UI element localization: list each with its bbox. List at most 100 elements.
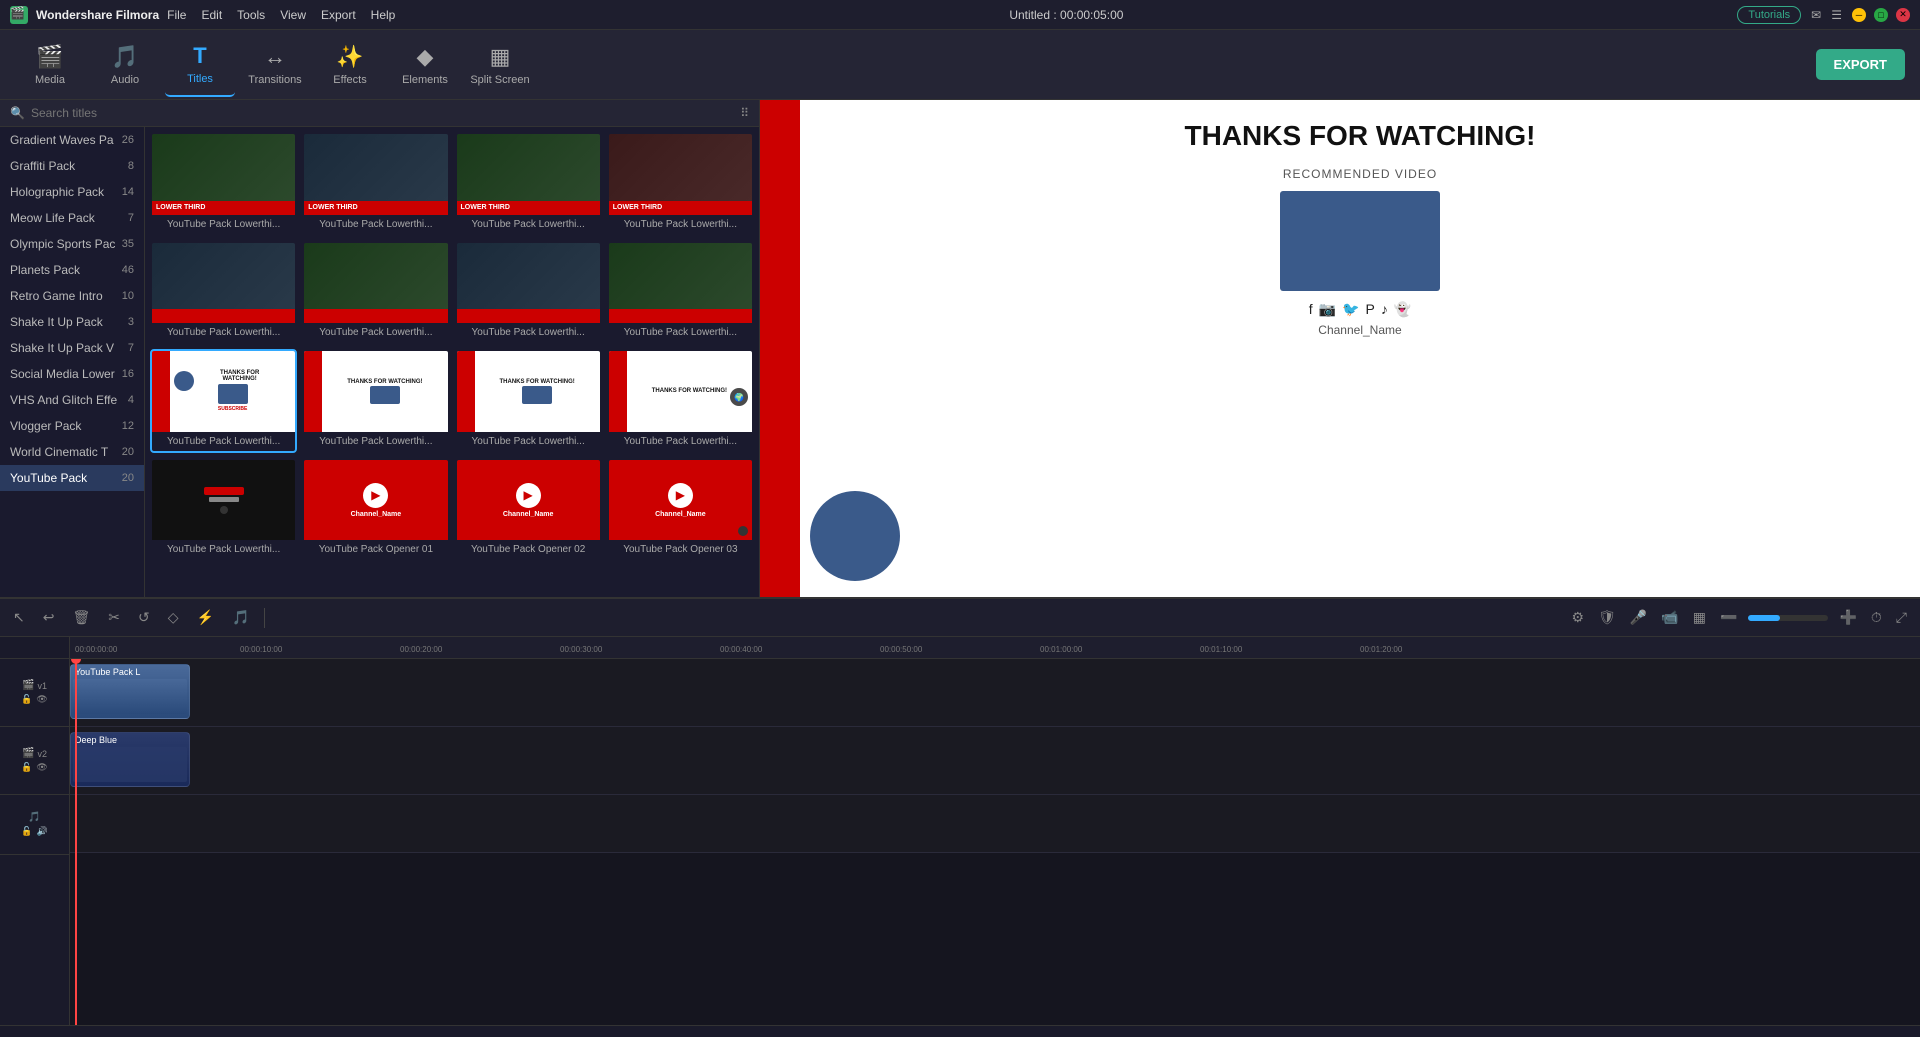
- video2-icon: 🎬: [22, 748, 34, 759]
- toolbar-transitions[interactable]: ↔ Transitions: [240, 32, 310, 97]
- minimize-button[interactable]: ─: [1852, 8, 1866, 22]
- track2-lock-icon[interactable]: 🔓: [21, 762, 32, 773]
- tl-minus-button[interactable]: ➖: [1717, 606, 1740, 629]
- timeline-area: ↖ ↩ 🗑 ✂ ↺ ◇ ⚡ 🎵 ⚙ 🛡 🎤 📹 ▦ ➖ ➕ ⏱ ⤢: [0, 597, 1920, 1037]
- toolbar-split-screen[interactable]: ▦ Split Screen: [465, 32, 535, 97]
- toolbar-elements[interactable]: ◆ Elements: [390, 32, 460, 97]
- thumb-card-opener03[interactable]: ▶ Channel_Name YouTube Pack Opener 03: [607, 458, 754, 562]
- menu-export[interactable]: Export: [321, 8, 356, 22]
- track1-lock-icon[interactable]: 🔓: [21, 694, 32, 705]
- toolbar-titles[interactable]: T Titles: [165, 32, 235, 97]
- zoom-slider[interactable]: [1748, 615, 1828, 621]
- toolbar-effects[interactable]: ✨ Effects: [315, 32, 385, 97]
- sidebar-item-world[interactable]: World Cinematic T 20: [0, 439, 144, 465]
- tl-cam-button[interactable]: 📹: [1658, 606, 1681, 629]
- menu-icon[interactable]: ☰: [1831, 8, 1842, 22]
- sidebar-item-vlogger[interactable]: Vlogger Pack 12: [0, 413, 144, 439]
- tl-separator: [264, 608, 265, 628]
- grid-view-icon[interactable]: ⠿: [740, 106, 749, 120]
- thumb-card-8[interactable]: THANKS FORWATCHING! SUBSCRIBE YouTube Pa…: [150, 349, 297, 453]
- tl-marker-button[interactable]: ◇: [165, 606, 182, 629]
- audio-mute-icon[interactable]: 🔊: [37, 826, 48, 837]
- tl-grid-button[interactable]: ▦: [1690, 606, 1709, 629]
- effects-icon: ✨: [336, 44, 363, 70]
- thumb-card-2[interactable]: LOWER THIRD YouTube Pack Lowerthi...: [455, 132, 602, 236]
- split-screen-icon: ▦: [490, 44, 511, 70]
- deep-blue-clip[interactable]: Deep Blue: [70, 732, 190, 787]
- thumb-card-6[interactable]: YouTube Pack Lowerthi...: [455, 241, 602, 345]
- video-track-2: Deep Blue: [70, 727, 1920, 795]
- thumb-card-3[interactable]: LOWER THIRD YouTube Pack Lowerthi...: [607, 132, 754, 236]
- thumb-card-10[interactable]: THANKS FOR WATCHING! YouTube Pack Lowert…: [455, 349, 602, 453]
- track1-eye-icon[interactable]: 👁: [36, 694, 47, 705]
- menu-view[interactable]: View: [280, 8, 306, 22]
- sidebar-item-graffiti[interactable]: Graffiti Pack 8: [0, 153, 144, 179]
- thumb-card-9[interactable]: THANKS FOR WATCHING! YouTube Pack Lowert…: [302, 349, 449, 453]
- tl-audio-button[interactable]: 🎵: [229, 606, 252, 629]
- youtube-pack-clip[interactable]: YouTube Pack L: [70, 664, 190, 719]
- tl-cut-button[interactable]: ✂: [105, 606, 123, 629]
- menu-file[interactable]: File: [167, 8, 186, 22]
- toolbar-audio[interactable]: 🎵 Audio: [90, 32, 160, 97]
- app-logo: 🎬: [10, 6, 28, 24]
- transitions-label: Transitions: [248, 74, 301, 86]
- thumb-card-7[interactable]: YouTube Pack Lowerthi...: [607, 241, 754, 345]
- tl-expand-button[interactable]: ⤢: [1893, 606, 1910, 629]
- ruler-spacer: [0, 637, 69, 659]
- thumb-card-opener01[interactable]: ▶ Channel_Name YouTube Pack Opener 01: [302, 458, 449, 562]
- sidebar-item-retro[interactable]: Retro Game Intro 10: [0, 283, 144, 309]
- menu-edit[interactable]: Edit: [201, 8, 222, 22]
- tl-shield-button[interactable]: 🛡: [1595, 606, 1619, 629]
- sidebar-item-shake2[interactable]: Shake It Up Pack V 7: [0, 335, 144, 361]
- tl-clock-button[interactable]: ⏱: [1868, 606, 1885, 629]
- audio-lock-icon[interactable]: 🔓: [21, 826, 32, 837]
- app-name: Wondershare Filmora: [36, 8, 159, 22]
- ruler-mark-5: 00:00:50:00: [880, 645, 922, 654]
- tl-mic-button[interactable]: 🎤: [1627, 606, 1650, 629]
- timeline-scrollbar[interactable]: [0, 1025, 1920, 1037]
- menu-bar: File Edit Tools View Export Help: [167, 8, 395, 22]
- thumb-card-5[interactable]: YouTube Pack Lowerthi...: [302, 241, 449, 345]
- sidebar-item-holographic[interactable]: Holographic Pack 14: [0, 179, 144, 205]
- ruler-mark-4: 00:00:40:00: [720, 645, 762, 654]
- track2-eye-icon[interactable]: 👁: [36, 762, 47, 773]
- ruler-mark-0: 00:00:00:00: [75, 645, 117, 654]
- close-button[interactable]: ✕: [1896, 8, 1910, 22]
- sidebar-item-shake1[interactable]: Shake It Up Pack 3: [0, 309, 144, 335]
- search-input[interactable]: [31, 106, 734, 120]
- menu-tools[interactable]: Tools: [237, 8, 265, 22]
- search-icon: 🔍: [10, 106, 25, 120]
- thumb-card-1[interactable]: LOWER THIRD YouTube Pack Lowerthi...: [302, 132, 449, 236]
- search-bar: 🔍 ⠿: [0, 100, 759, 127]
- menu-help[interactable]: Help: [371, 8, 396, 22]
- thumb-card-11[interactable]: 🌍 THANKS FOR WATCHING! YouTube Pack Lowe…: [607, 349, 754, 453]
- sidebar-item-youtube[interactable]: YouTube Pack 20: [0, 465, 144, 491]
- tl-delete-button[interactable]: 🗑: [69, 606, 93, 629]
- titles-icon: T: [193, 43, 206, 69]
- toolbar-media[interactable]: 🎬 Media: [15, 32, 85, 97]
- sidebar-item-vhs[interactable]: VHS And Glitch Effe 4: [0, 387, 144, 413]
- sidebar-item-olympic[interactable]: Olympic Sports Pac 35: [0, 231, 144, 257]
- thumb-card-4[interactable]: YouTube Pack Lowerthi...: [150, 241, 297, 345]
- tl-restore-button[interactable]: ↺: [135, 606, 153, 629]
- tutorials-button[interactable]: Tutorials: [1737, 6, 1801, 24]
- thumb-card-opener02[interactable]: ▶ Channel_Name YouTube Pack Opener 02: [455, 458, 602, 562]
- export-button[interactable]: EXPORT: [1816, 49, 1905, 80]
- sidebar-item-planets[interactable]: Planets Pack 46: [0, 257, 144, 283]
- sidebar-item-social[interactable]: Social Media Lower 16: [0, 361, 144, 387]
- maximize-button[interactable]: □: [1874, 8, 1888, 22]
- notification-icon[interactable]: ✉: [1811, 8, 1821, 22]
- thumb-card-0[interactable]: LOWER THIRD YouTube Pack Lowerthi...: [150, 132, 297, 236]
- tl-undo-button[interactable]: ↩: [40, 606, 58, 629]
- tl-cursor-button[interactable]: ↖: [10, 606, 28, 629]
- timeline-ruler[interactable]: 00:00:00:00 00:00:10:00 00:00:20:00 00:0…: [70, 637, 1920, 659]
- preview-recommended: RECOMMENDED VIDEO: [1283, 167, 1437, 181]
- tl-plus-button[interactable]: ➕: [1836, 606, 1859, 629]
- sidebar-item-meow[interactable]: Meow Life Pack 7: [0, 205, 144, 231]
- thumb-card-12[interactable]: YouTube Pack Lowerthi...: [150, 458, 297, 562]
- timeline-toolbar: ↖ ↩ 🗑 ✂ ↺ ◇ ⚡ 🎵 ⚙ 🛡 🎤 📹 ▦ ➖ ➕ ⏱ ⤢: [0, 599, 1920, 637]
- tl-settings-button[interactable]: ⚙: [1569, 606, 1588, 629]
- sidebar-item-gradient[interactable]: Gradient Waves Pa 26: [0, 127, 144, 153]
- title-bar-left: 🎬 Wondershare Filmora File Edit Tools Vi…: [10, 6, 395, 24]
- tl-split-button[interactable]: ⚡: [194, 606, 217, 629]
